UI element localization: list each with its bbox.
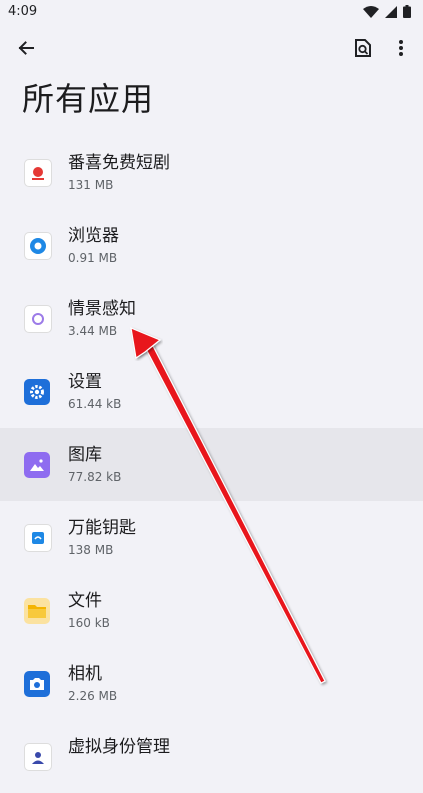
app-name: 万能钥匙 xyxy=(68,518,136,538)
more-options-button[interactable] xyxy=(385,32,417,64)
app-name: 设置 xyxy=(68,372,102,392)
camera-icon xyxy=(24,670,50,697)
app-size: 3.44 MB xyxy=(68,324,118,338)
app-size: 0.91 MB xyxy=(68,251,118,265)
app-row[interactable]: 设置 61.44 kB xyxy=(0,355,423,428)
signal-icon xyxy=(385,5,397,18)
more-vert-icon xyxy=(399,40,403,56)
app-size: 2.26 MB xyxy=(68,689,118,703)
app-list: 番喜免费短剧 131 MB 浏览器 0.91 MB 情景感知 3.44 MB 设… xyxy=(0,136,423,793)
app-name: 相机 xyxy=(68,664,102,684)
app-size: 131 MB xyxy=(68,178,114,192)
battery-icon xyxy=(403,5,411,18)
app-row[interactable]: 万能钥匙 138 MB xyxy=(0,501,423,574)
status-time: 4:09 xyxy=(8,4,38,19)
context-aware-icon xyxy=(24,304,52,333)
app-bar xyxy=(0,28,423,72)
app-name: 浏览器 xyxy=(68,226,119,246)
app-name: 虚拟身份管理 xyxy=(68,737,170,757)
status-icons xyxy=(363,5,411,18)
app-row[interactable]: 相机 2.26 MB xyxy=(0,647,423,720)
app-row[interactable]: 文件 160 kB xyxy=(0,574,423,647)
app-row[interactable]: 图库 77.82 kB xyxy=(0,428,423,501)
app-size: 138 MB xyxy=(68,543,114,557)
app-size: 160 kB xyxy=(68,616,110,630)
app-name: 文件 xyxy=(68,591,102,611)
gallery-icon xyxy=(24,451,50,478)
search-document-icon xyxy=(355,39,371,57)
folder-icon xyxy=(24,597,50,624)
app-row[interactable]: 虚拟身份管理 xyxy=(0,720,423,793)
app-row[interactable]: 番喜免费短剧 131 MB xyxy=(0,136,423,209)
page-title: 所有应用 xyxy=(22,80,155,118)
app-row[interactable]: 情景感知 3.44 MB xyxy=(0,282,423,355)
app-size: 61.44 kB xyxy=(68,397,122,411)
red-video-icon xyxy=(24,158,52,187)
back-arrow-icon xyxy=(18,41,34,55)
app-row[interactable]: 浏览器 0.91 MB xyxy=(0,209,423,282)
app-size: 77.82 kB xyxy=(68,470,122,484)
wifi-key-icon xyxy=(24,523,52,552)
app-name: 番喜免费短剧 xyxy=(68,153,170,173)
app-name: 情景感知 xyxy=(68,299,136,319)
browser-icon xyxy=(24,231,52,260)
search-app-button[interactable] xyxy=(347,32,379,64)
gear-icon xyxy=(24,378,50,405)
status-bar: 4:09 xyxy=(0,0,423,26)
app-name: 图库 xyxy=(68,445,102,465)
back-button[interactable] xyxy=(10,32,42,64)
identity-icon xyxy=(24,742,52,771)
wifi-icon xyxy=(363,5,379,18)
